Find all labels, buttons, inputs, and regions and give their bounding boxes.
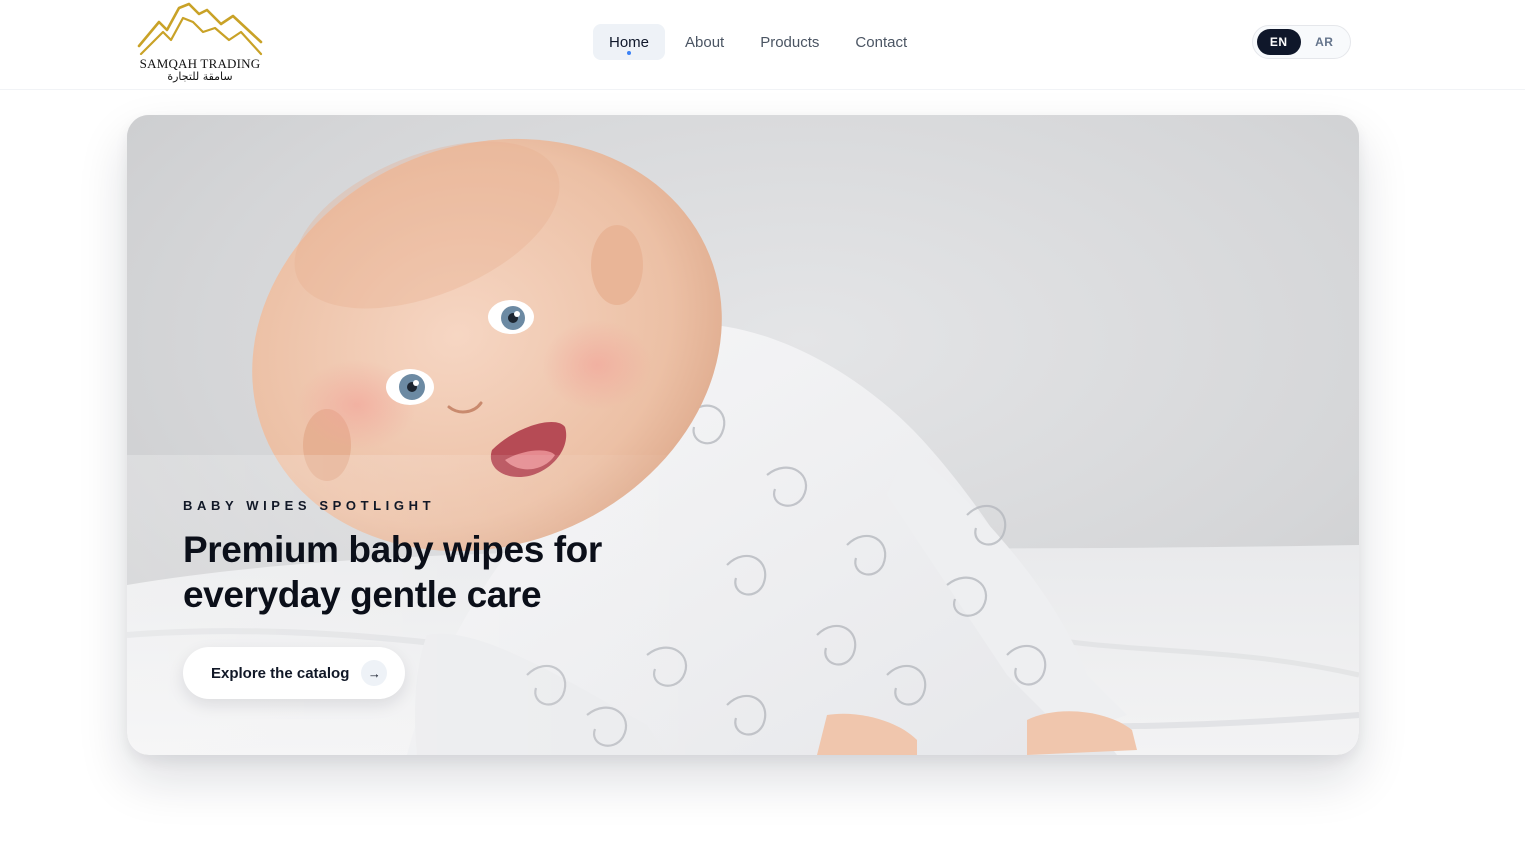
nav-item-label: About — [685, 33, 725, 51]
brand-logo[interactable]: SAMQAH TRADING سامقة للتجارة — [135, 0, 265, 88]
hero-eyebrow: BABY WIPES SPOTLIGHT — [183, 498, 436, 513]
main-navigation: Home About Products Contact — [593, 24, 923, 60]
explore-catalog-button[interactable]: Explore the catalog → — [183, 647, 405, 699]
nav-item-contact[interactable]: Contact — [839, 24, 923, 60]
brand-name-arabic: سامقة للتجارة — [167, 70, 233, 83]
arrow-right-icon: → — [361, 660, 388, 686]
nav-item-label: Contact — [855, 33, 908, 51]
cta-label: Explore the catalog — [211, 664, 350, 682]
nav-item-home[interactable]: Home — [593, 24, 666, 60]
hero-banner: BABY WIPES SPOTLIGHT Premium baby wipes … — [127, 115, 1359, 755]
language-switcher: EN AR — [1252, 25, 1351, 59]
nav-item-label: Products — [760, 33, 820, 51]
mountain-logo-icon — [137, 2, 263, 56]
nav-item-about[interactable]: About — [669, 24, 740, 60]
active-indicator-dot — [627, 51, 631, 55]
hero-title: Premium baby wipes for everyday gentle c… — [183, 529, 602, 615]
site-header: SAMQAH TRADING سامقة للتجارة Home About … — [0, 0, 1525, 90]
language-option-ar[interactable]: AR — [1303, 29, 1347, 55]
language-option-en[interactable]: EN — [1257, 29, 1301, 55]
hero-content: BABY WIPES SPOTLIGHT Premium baby wipes … — [183, 498, 783, 699]
nav-item-products[interactable]: Products — [744, 24, 835, 60]
nav-item-label: Home — [609, 33, 650, 51]
